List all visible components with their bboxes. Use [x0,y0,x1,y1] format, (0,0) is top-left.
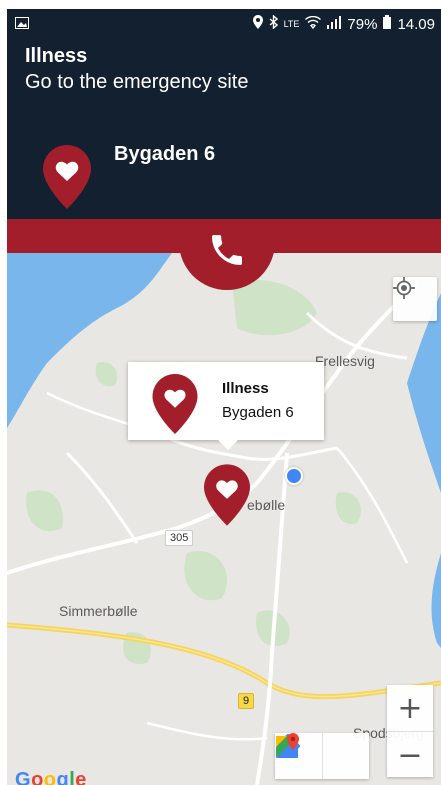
my-location-dot [285,467,303,485]
zoom-in-button[interactable]: + [387,685,433,731]
map-label-ebolle: ebølle [247,497,286,513]
incident-type: Illness [25,45,88,67]
road-badge-9: 9 [238,693,255,709]
clock: 14.09 [397,15,435,33]
info-window-address: Bygaden 6 [222,404,294,421]
incident-header: Illness Go to the emergency site Bygaden… [7,39,441,219]
my-location-button[interactable] [393,277,437,321]
battery-percent: 79% [347,15,378,33]
road-badge-305: 305 [165,530,194,546]
incident-instruction: Go to the emergency site [25,71,249,93]
zoom-controls: + − [387,685,433,777]
map-label-simmerbolle: Simmerbølle [59,603,138,619]
phone-icon [207,230,247,275]
open-in-maps-button[interactable] [276,733,370,779]
google-logo: Google [15,769,87,785]
zoom-out-button[interactable]: − [387,731,433,778]
lte-indicator: LTE [283,18,300,29]
map-view[interactable]: Frellesvig ebølle Simmerbølle Spodsbjerg… [7,253,441,785]
wifi-icon [305,15,322,33]
app-screen: LTE 79% 14.09 Illness Go to the emergenc… [7,9,441,785]
incident-address: Bygaden 6 [114,143,216,165]
signal-icon [327,15,342,33]
image-notification-icon [15,16,29,33]
map-toolbar [275,733,369,779]
location-icon [252,15,263,33]
status-bar: LTE 79% 14.09 [7,9,441,39]
battery-icon [383,15,392,33]
bluetooth-icon [269,14,278,33]
marker-info-window[interactable]: Illness Bygaden 6 [128,362,324,450]
heart-pin-icon [43,145,91,214]
heart-pin-icon [204,464,250,526]
info-window-title: Illness [222,380,269,397]
